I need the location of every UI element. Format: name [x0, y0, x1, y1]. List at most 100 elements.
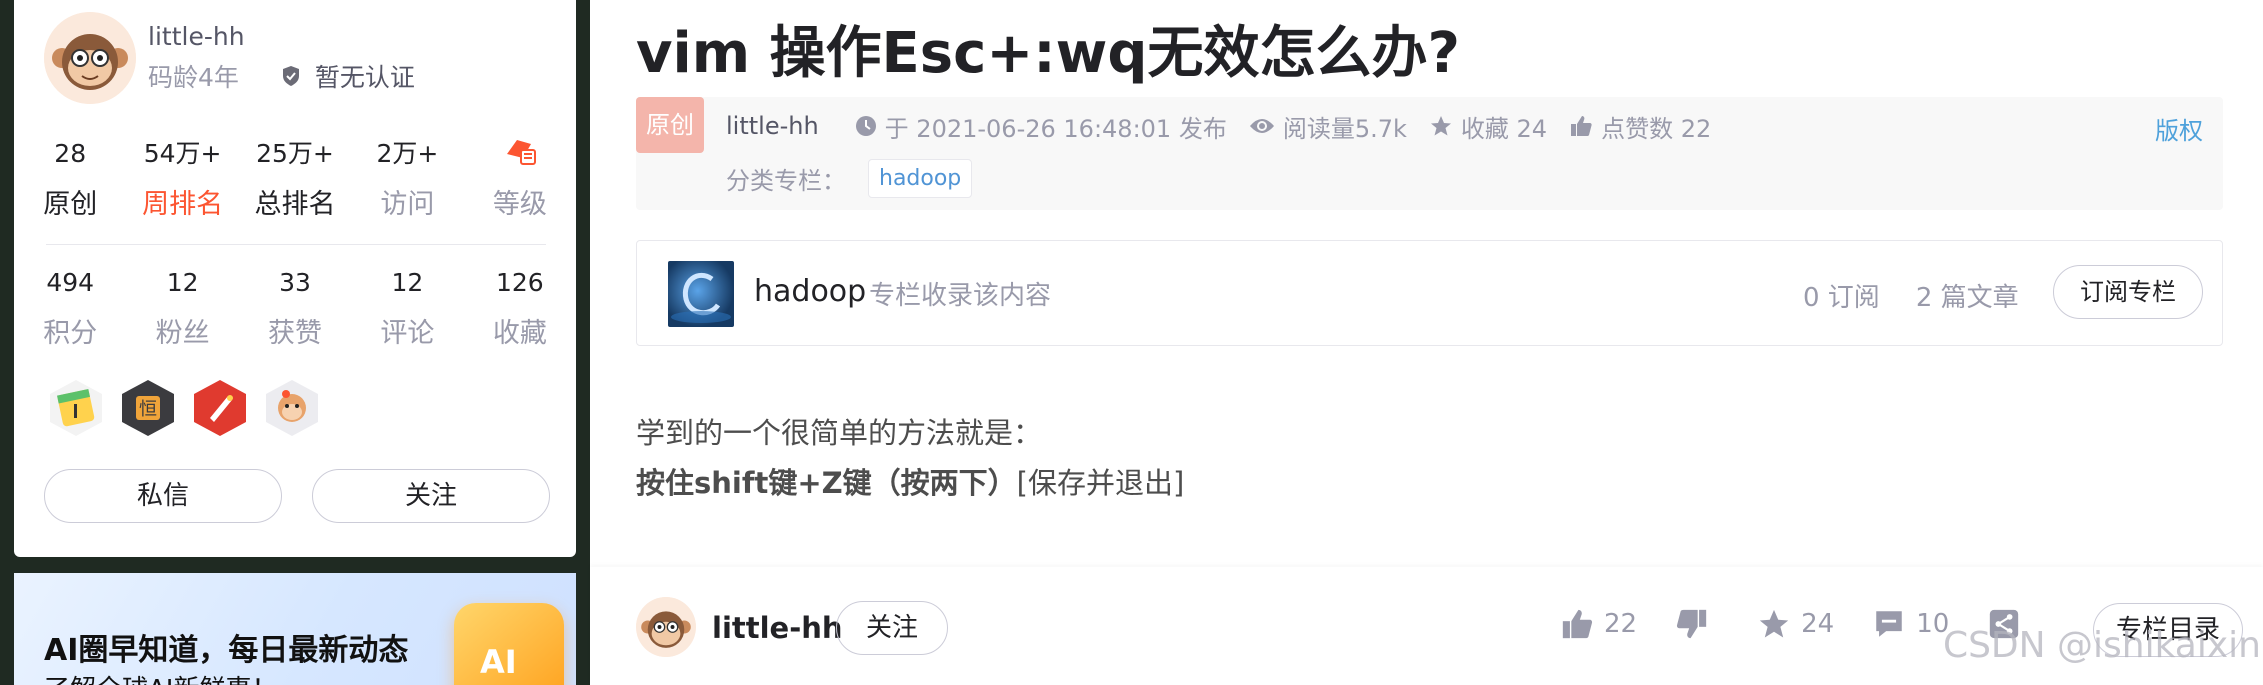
stat-label: 等级 — [492, 189, 547, 220]
like-count: 22 — [1604, 609, 1638, 639]
stat-level[interactable]: 等级 — [464, 136, 576, 221]
toolbar-follow-button[interactable]: 关注 — [836, 601, 948, 655]
stat-original[interactable]: 28 原创 — [14, 136, 126, 221]
banner-subtitle: 了解全球AI新鲜事！ — [44, 669, 277, 685]
view-count: 阅读量5.7k — [1249, 109, 1407, 144]
ai-news-banner[interactable]: AI圈早知道，每日最新动态 了解全球AI新鲜事！ AI — [14, 573, 576, 685]
comment-button[interactable]: 10 — [1872, 607, 1949, 641]
achievement-badges: 恒 — [48, 378, 320, 438]
like-count-text: 点赞数 22 — [1601, 114, 1712, 143]
comment-icon — [1876, 611, 1902, 637]
stat-value: 25万+ — [256, 139, 334, 168]
stat-value: 28 — [54, 139, 87, 168]
stat-label: 评论 — [380, 318, 435, 349]
toolbar-author-name[interactable]: little-hh — [712, 611, 843, 645]
bottom-toolbar: little-hh 关注 22 24 10 专栏目录 CSDN @ishikai… — [590, 567, 2263, 685]
eye-icon — [1249, 119, 1274, 133]
favorite-button[interactable]: 24 — [1757, 607, 1834, 641]
csdn-watermark: CSDN @ishikaixin — [1942, 625, 2261, 666]
content-bold: 按住shift键+Z键（按两下） — [636, 466, 1017, 500]
profile-actions: 私信 关注 — [44, 469, 550, 523]
monkey-avatar-icon — [44, 12, 136, 104]
stat-value: 12 — [166, 268, 199, 297]
article-content: 学到的一个很简单的方法就是： 按住shift键+Z键（按两下）[保存并退出] — [636, 408, 1184, 508]
message-button[interactable]: 私信 — [44, 469, 282, 523]
stat-label: 粉丝 — [155, 318, 210, 349]
stat-fans[interactable]: 12 粉丝 — [126, 265, 238, 350]
stat-value: 12 — [391, 268, 424, 297]
column-article-count: 2 篇文章 — [1915, 283, 2019, 313]
content-text: [保存并退出] — [1016, 466, 1185, 500]
column-card[interactable]: hadoop 专栏收录该内容 0 订阅 2 篇文章 订阅专栏 — [636, 240, 2223, 346]
stat-likes: 33 获赞 — [239, 265, 351, 350]
like-button[interactable]: 22 — [1560, 607, 1637, 641]
column-subscribers: 0 订阅 — [1803, 283, 1880, 313]
stat-total-rank[interactable]: 25万+ 总排名 — [239, 136, 351, 221]
column-name[interactable]: hadoop — [754, 274, 866, 309]
article-meta: little-hh 于 2021-06-26 16:48:01 发布 阅读量5.… — [726, 109, 1733, 144]
publish-time-text: 于 2021-06-26 16:48:01 发布 — [884, 114, 1227, 143]
article-info-box: 原创 little-hh 于 2021-06-26 16:48:01 发布 阅读… — [636, 97, 2223, 210]
calendar-badge-icon[interactable] — [48, 378, 104, 438]
pen-badge-icon[interactable] — [192, 378, 248, 438]
ai-cube-icon: AI — [454, 603, 564, 685]
thumbs-up-icon — [1562, 609, 1593, 639]
stat-label: 原创 — [43, 189, 98, 220]
stat-value: 33 — [279, 268, 311, 297]
thumbs-up-icon — [1571, 116, 1592, 136]
certification: 暂无认证 — [281, 58, 415, 94]
level-badge — [464, 136, 576, 172]
category-label: 分类专栏： — [726, 167, 846, 195]
toolbar-avatar[interactable] — [636, 597, 696, 657]
stats-divider — [46, 244, 546, 245]
stat-label: 访问 — [380, 189, 435, 220]
stat-visits: 2万+ 访问 — [351, 136, 463, 221]
author-name[interactable]: little-hh — [148, 22, 245, 51]
favorite-count-text: 收藏 24 — [1460, 114, 1548, 143]
category-tag[interactable]: hadoop — [868, 159, 973, 198]
author-meta: 码龄4年 暂无认证 — [148, 58, 415, 94]
stat-value: 494 — [46, 268, 95, 297]
code-age: 码龄4年 — [148, 63, 239, 92]
stat-label: 收藏 — [492, 318, 547, 349]
favorite-count[interactable]: 收藏 24 — [1429, 109, 1547, 144]
view-count-text: 阅读量5.7k — [1282, 114, 1407, 143]
article-main: vim 操作Esc+:wq无效怎么办? 原创 little-hh 于 2021-… — [590, 0, 2263, 685]
thumbs-down-icon — [1677, 609, 1707, 639]
level-icon — [506, 140, 536, 165]
stat-label: 周排名 — [142, 189, 224, 220]
author-avatar[interactable] — [44, 12, 136, 104]
copyright-link[interactable]: 版权 — [2155, 111, 2203, 146]
stat-label: 积分 — [43, 318, 98, 349]
persistence-badge-icon[interactable]: 恒 — [120, 378, 176, 438]
stat-weekly-rank[interactable]: 54万+ 周排名 — [126, 136, 238, 221]
stat-value: 2万+ — [376, 139, 439, 168]
shield-icon — [282, 66, 299, 86]
original-tag: 原创 — [636, 97, 704, 153]
clock-icon — [855, 116, 876, 136]
follow-button[interactable]: 关注 — [312, 469, 550, 523]
stat-value: 54万+ — [143, 139, 222, 168]
stat-points: 494 积分 — [14, 265, 126, 350]
star-icon — [1759, 609, 1789, 638]
star-icon — [1430, 116, 1451, 136]
column-logo-icon — [671, 272, 731, 323]
stats-row-primary: 28 原创 54万+ 周排名 25万+ 总排名 2万+ 访问 等级 — [14, 136, 576, 221]
category-row: 分类专栏： hadoop — [726, 159, 973, 198]
content-paragraph: 按住shift键+Z键（按两下）[保存并退出] — [636, 458, 1184, 508]
article-author[interactable]: little-hh — [726, 112, 819, 140]
content-paragraph: 学到的一个很简单的方法就是： — [636, 416, 1043, 450]
stat-favorites: 126 收藏 — [464, 265, 576, 350]
monkey-avatar-icon — [636, 597, 696, 657]
monkey-badge-icon[interactable] — [264, 378, 320, 438]
svg-text:恒: 恒 — [139, 399, 157, 420]
certification-text: 暂无认证 — [314, 63, 415, 92]
stat-value: 126 — [495, 268, 544, 297]
subscribe-column-button[interactable]: 订阅专栏 — [2053, 265, 2203, 319]
favorite-count: 24 — [1801, 609, 1835, 639]
publish-time: 于 2021-06-26 16:48:01 发布 — [855, 109, 1227, 144]
stat-label: 总排名 — [254, 189, 336, 220]
like-count[interactable]: 点赞数 22 — [1569, 109, 1711, 144]
stat-comments: 12 评论 — [351, 265, 463, 350]
dislike-button[interactable] — [1675, 607, 1719, 641]
